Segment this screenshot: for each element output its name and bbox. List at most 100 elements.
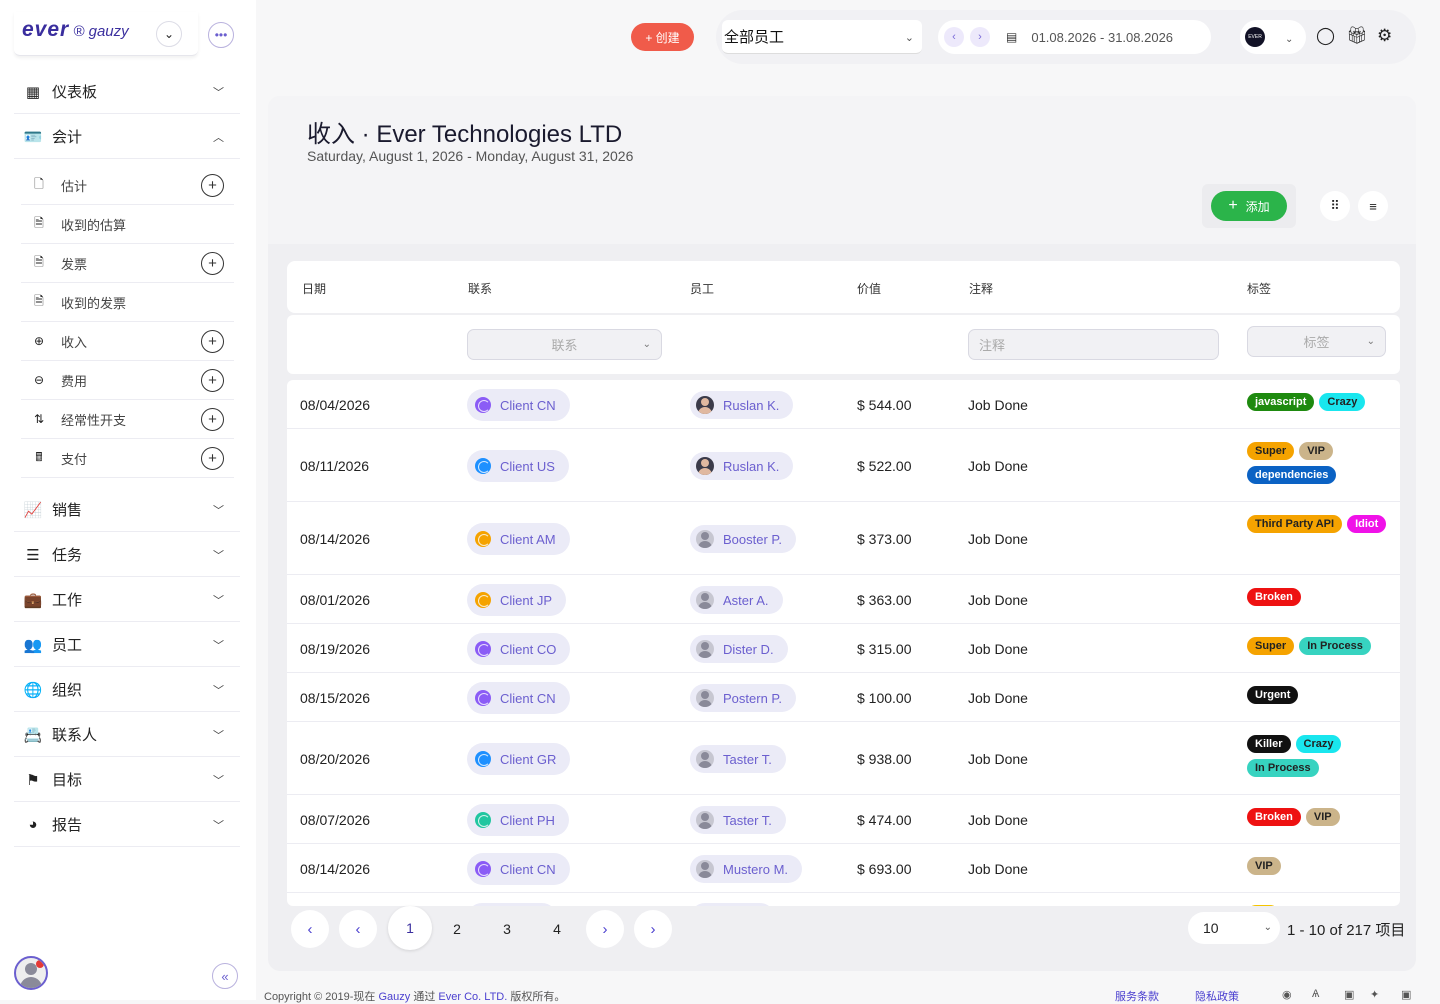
header-employee[interactable]: 员工 xyxy=(690,280,714,297)
more-options-icon[interactable]: ••• xyxy=(208,22,234,48)
twitter-icon[interactable]: ✦ xyxy=(1370,988,1379,1001)
employee-chip[interactable]: Dister D. xyxy=(690,635,788,663)
sidebar-subitem-payments[interactable]: 🖩 支付 + xyxy=(21,439,234,478)
gauzy-link[interactable]: Gauzy xyxy=(379,991,411,1003)
page-3[interactable]: 3 xyxy=(488,910,526,948)
header-contact[interactable]: 联系 xyxy=(468,280,492,297)
employee-chip[interactable]: Postern P. xyxy=(690,684,797,712)
per-page-select[interactable]: 10 ⌄ xyxy=(1188,912,1280,944)
employee-chip[interactable]: Ruslan K. xyxy=(690,391,794,419)
github-icon[interactable]: ◉ xyxy=(1282,988,1292,1001)
last-page-icon[interactable]: › xyxy=(634,910,672,948)
contact-chip[interactable]: Client CN xyxy=(467,682,570,714)
table-row[interactable]: 08/20/2026 Client GR Taster T. $ 938.00 Job … xyxy=(287,722,1400,795)
contact-chip[interactable]: Client PH xyxy=(467,804,569,836)
table-row[interactable]: 08/14/2026 Client AM Booster P. $ 373.00 Job… xyxy=(287,502,1400,575)
prev-range-icon[interactable]: ‹ xyxy=(944,27,964,47)
table-row[interactable] xyxy=(287,893,1400,906)
sidebar-subitem-expenses[interactable]: ⊖ 费用 + xyxy=(21,361,234,400)
rights-text: 版权所有。 xyxy=(510,991,566,1003)
sidebar-item-dashboard[interactable]: ▦ 仪表板 ﹀ xyxy=(14,70,240,114)
next-page-icon[interactable]: › xyxy=(586,910,624,948)
header-notes[interactable]: 注释 xyxy=(969,280,993,297)
table-row[interactable]: 08/14/2026 Client CN Mustero M. $ 693.00 Job… xyxy=(287,844,1400,893)
sidebar-subitem-income[interactable]: ⊕ 收入 + xyxy=(21,322,234,361)
create-button[interactable]: + 创建 xyxy=(631,23,694,51)
contact-chip[interactable]: Client CN xyxy=(467,389,570,421)
employee-chip[interactable]: Booster P. xyxy=(690,525,797,553)
add-circle-icon[interactable]: + xyxy=(201,447,224,470)
gear-icon[interactable]: ⚙ xyxy=(1377,26,1392,46)
page-4[interactable]: 4 xyxy=(538,910,576,948)
contact-chip[interactable]: Client CO xyxy=(467,633,571,665)
add-circle-icon[interactable]: + xyxy=(201,174,224,197)
sidebar-subitem-recurring-expenses[interactable]: ⇅ 经常性开支 + xyxy=(21,400,234,439)
contact-filter[interactable]: 联系 ⌄ xyxy=(467,329,662,360)
terms-link[interactable]: 服务条款 xyxy=(1115,988,1159,1004)
sidebar-item-sales[interactable]: 📈 销售 ﹀ xyxy=(14,488,240,532)
table-row[interactable]: 08/11/2026 Client US Ruslan K. $ 522.00 Job … xyxy=(287,429,1400,502)
notes-filter[interactable]: 注释 xyxy=(968,329,1219,360)
sidebar-subitem-received-estimates[interactable]: 🗎 收到的估算 xyxy=(21,205,234,244)
collapse-sidebar-icon[interactable]: « xyxy=(212,963,238,989)
grid-view-icon[interactable]: ⠿ xyxy=(1320,191,1350,221)
employee-chip[interactable]: Ruslan K. xyxy=(690,452,794,480)
header-value[interactable]: 价值 xyxy=(857,280,881,297)
first-page-icon[interactable]: ‹ xyxy=(291,910,329,948)
table-row[interactable]: 08/07/2026 Client PH Taster T. $ 474.00 Job … xyxy=(287,795,1400,844)
sidebar-subitem-invoices[interactable]: 🗎 发票 + xyxy=(21,244,234,283)
page-1[interactable]: 1 xyxy=(388,906,432,950)
privacy-link[interactable]: 隐私政策 xyxy=(1195,988,1239,1004)
header-date[interactable]: 日期 xyxy=(302,280,326,297)
table-row[interactable]: 08/01/2026 Client JP Aster A. $ 363.00 Job D… xyxy=(287,575,1400,624)
employee-chip[interactable]: Aster A. xyxy=(690,586,783,614)
date-range-picker[interactable]: ‹ › ▤ 01.08.2026 - 31.08.2026 xyxy=(938,20,1211,54)
employee-select[interactable]: 全部员工 ⌄ xyxy=(722,20,922,54)
chat-icon[interactable]: ◯ xyxy=(1316,26,1335,46)
organization-select[interactable]: EVER ⌄ xyxy=(1240,20,1306,54)
company-link[interactable]: Ever Co. LTD. xyxy=(438,991,507,1003)
sidebar-item-accounting[interactable]: 🪪 会计 ︿ xyxy=(14,115,240,159)
sidebar-item-contacts[interactable]: 📇 联系人 ﹀ xyxy=(14,713,240,757)
tag-badge: javascript xyxy=(1247,393,1315,411)
angel-icon[interactable]: Ѧ xyxy=(1312,988,1319,1000)
sidebar-item-label: 报告 xyxy=(52,817,83,834)
employee-chip[interactable]: Mustero M. xyxy=(690,855,803,883)
sidebar-item-tasks[interactable]: ☰ 任务 ﹀ xyxy=(14,533,240,577)
facebook-icon[interactable]: ▣ xyxy=(1344,988,1354,1001)
page-2[interactable]: 2 xyxy=(438,910,476,948)
add-circle-icon[interactable]: + xyxy=(201,369,224,392)
sidebar-subitem-estimates[interactable]: 🗋 估计 + xyxy=(21,166,234,205)
sidebar-item-reports[interactable]: ◕ 报告 ﹀ xyxy=(14,803,240,847)
employee-chip[interactable]: Taster T. xyxy=(690,806,786,834)
prev-page-icon[interactable]: ‹ xyxy=(339,910,377,948)
contact-chip[interactable]: Client JP xyxy=(467,584,567,616)
tags-filter[interactable]: 标签 ⌄ xyxy=(1247,326,1386,357)
chevron-down-icon[interactable]: ⌄ xyxy=(156,21,182,47)
brand-switcher[interactable]: ever ® gauzy ⌄ xyxy=(14,12,198,56)
contact-chip[interactable]: Client CN xyxy=(467,853,570,885)
contact-chip[interactable]: Client AM xyxy=(467,523,570,555)
header-tags[interactable]: 标签 xyxy=(1247,280,1271,297)
add-button[interactable]: + 添加 xyxy=(1211,191,1287,221)
employee-chip[interactable]: Taster T. xyxy=(690,745,786,773)
sidebar-item-goals[interactable]: ⚑ 目标 ﹀ xyxy=(14,758,240,802)
avatar[interactable] xyxy=(14,956,48,990)
list-view-icon[interactable]: ≡ xyxy=(1358,191,1388,221)
sidebar-item-employees[interactable]: 👥 员工 ﹀ xyxy=(14,623,240,667)
sidebar-subitem-received-invoices[interactable]: 🗎 收到的发票 xyxy=(21,283,234,322)
sidebar-item-organization[interactable]: 🌐 组织 ﹀ xyxy=(14,668,240,712)
next-range-icon[interactable]: › xyxy=(970,27,990,47)
sidebar-item-label: 工作 xyxy=(52,592,83,609)
table-row[interactable]: 08/15/2026 Client CN Postern P. $ 100.00 Job… xyxy=(287,673,1400,722)
add-circle-icon[interactable]: + xyxy=(201,408,224,431)
add-circle-icon[interactable]: + xyxy=(201,252,224,275)
table-row[interactable]: 08/19/2026 Client CO Dister D. $ 315.00 Job … xyxy=(287,624,1400,673)
gift-icon[interactable]: 🎁︎ xyxy=(1346,26,1368,46)
add-circle-icon[interactable]: + xyxy=(201,330,224,353)
linkedin-icon[interactable]: ▣ xyxy=(1401,988,1411,1001)
table-row[interactable]: 08/04/2026 Client CN Ruslan K. $ 544.00 Job … xyxy=(287,380,1400,429)
contact-chip[interactable]: Client GR xyxy=(467,743,571,775)
sidebar-item-jobs[interactable]: 💼 工作 ﹀ xyxy=(14,578,240,622)
contact-chip[interactable]: Client US xyxy=(467,450,569,482)
